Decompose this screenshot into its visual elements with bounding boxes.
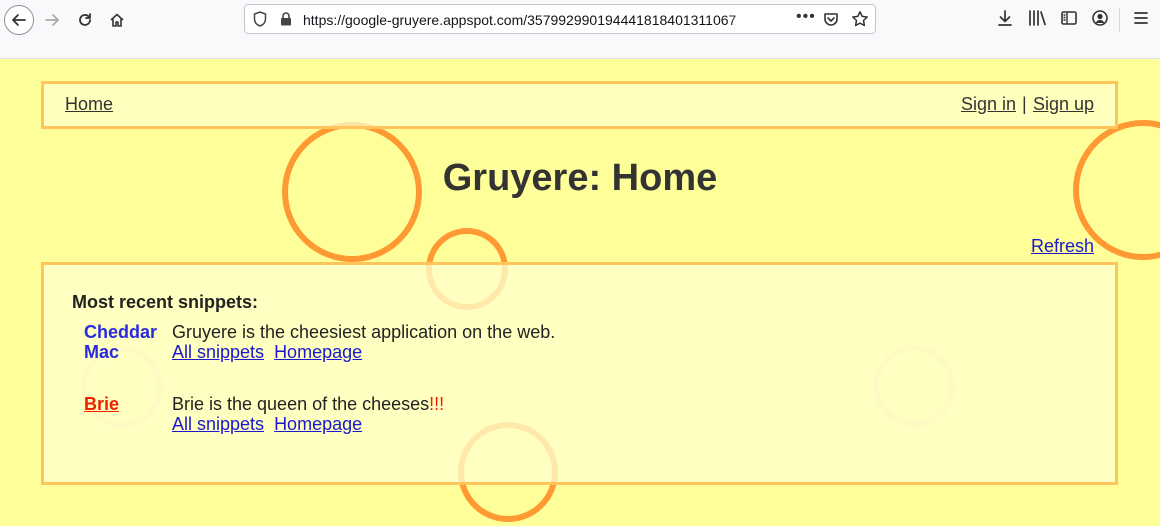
- author-name-line[interactable]: Cheddar: [84, 322, 157, 342]
- menu-bar: Home Sign in | Sign up: [41, 81, 1118, 129]
- lock-icon[interactable]: [280, 12, 292, 26]
- pocket-icon[interactable]: [823, 11, 839, 27]
- url-bar[interactable]: https://google-gruyere.appspot.com/35799…: [244, 4, 876, 34]
- account-icon[interactable]: [1091, 9, 1109, 27]
- home-button[interactable]: [102, 5, 132, 35]
- snippet-links: All snippets Homepage: [172, 342, 372, 362]
- homepage-link[interactable]: Homepage: [274, 414, 362, 434]
- snippet-author[interactable]: Cheddar Mac: [84, 322, 157, 362]
- snippet-body: Gruyere is the cheesiest application on …: [172, 322, 556, 342]
- shield-icon[interactable]: [253, 11, 267, 27]
- snippet-emphasis: !!!: [429, 394, 445, 414]
- home-link[interactable]: Home: [65, 94, 113, 115]
- star-icon[interactable]: [851, 10, 869, 28]
- snippets-panel: Most recent snippets: Cheddar Mac Gruyer…: [41, 262, 1118, 485]
- forward-button[interactable]: [37, 5, 67, 35]
- all-snippets-link[interactable]: All snippets: [172, 414, 264, 434]
- snippet-text: Brie is the queen of the cheeses!!!: [172, 394, 444, 414]
- url-text[interactable]: https://google-gruyere.appspot.com/35799…: [303, 12, 783, 28]
- sidebar-icon[interactable]: [1060, 9, 1078, 27]
- back-button[interactable]: [4, 5, 34, 35]
- snippet-author[interactable]: Brie: [84, 394, 119, 414]
- library-icon[interactable]: [1027, 9, 1047, 27]
- back-icon: [12, 14, 26, 26]
- reload-button[interactable]: [70, 5, 100, 35]
- menu-icon[interactable]: [1133, 9, 1149, 27]
- homepage-link[interactable]: Homepage: [274, 342, 362, 362]
- menu-separator: |: [1022, 94, 1027, 114]
- all-snippets-link[interactable]: All snippets: [172, 342, 264, 362]
- browser-toolbar: https://google-gruyere.appspot.com/35799…: [0, 0, 1160, 59]
- snippet-body: Brie is the queen of the cheeses: [172, 394, 430, 414]
- snippet-links: All snippets Homepage: [172, 414, 372, 434]
- toolbar-separator: [1119, 8, 1120, 32]
- page-actions-button[interactable]: •••: [796, 8, 816, 26]
- sign-in-link[interactable]: Sign in: [961, 94, 1016, 115]
- download-icon[interactable]: [996, 9, 1014, 27]
- refresh-link[interactable]: Refresh: [1031, 236, 1094, 257]
- gruyere-page: Home Sign in | Sign up Gruyere: Home Ref…: [0, 59, 1160, 526]
- sign-up-link[interactable]: Sign up: [1033, 94, 1094, 115]
- snippet-text: Gruyere is the cheesiest application on …: [172, 322, 555, 342]
- forward-icon: [45, 14, 59, 26]
- author-name-line[interactable]: Mac: [84, 342, 157, 362]
- home-icon: [110, 13, 124, 27]
- author-name-line[interactable]: Brie: [84, 394, 119, 414]
- reload-icon: [79, 13, 91, 26]
- snippets-heading: Most recent snippets:: [72, 292, 259, 312]
- page-title: Gruyere: Home: [442, 157, 718, 199]
